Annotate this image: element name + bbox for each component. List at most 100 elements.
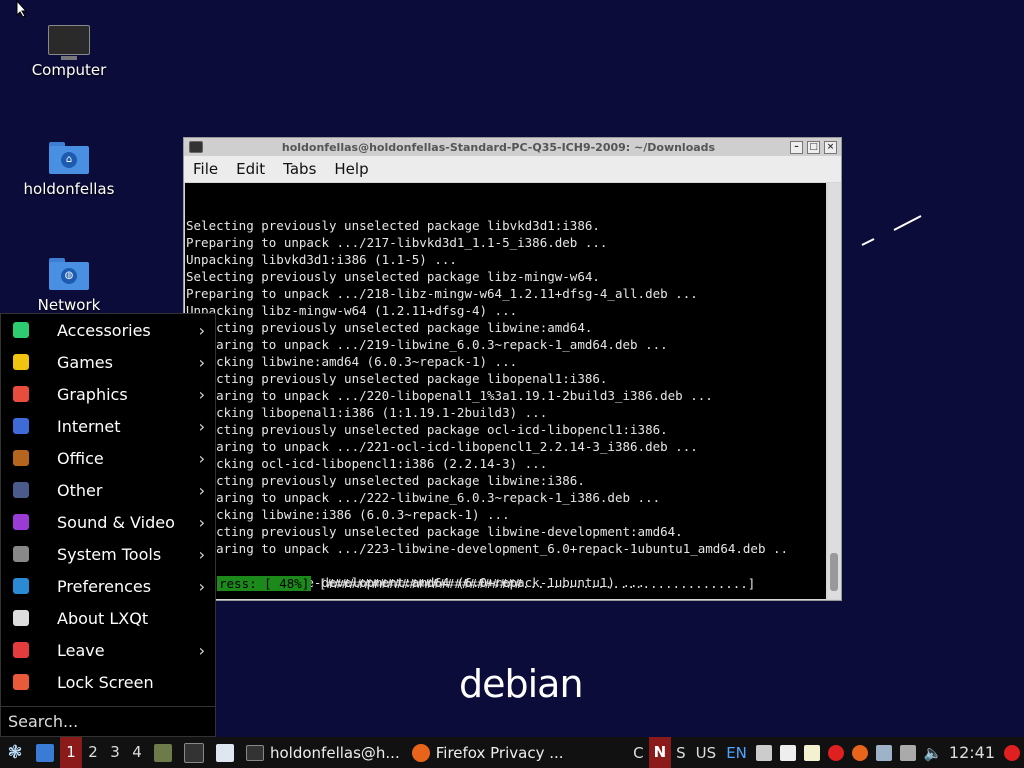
- start-menu-item-preferences[interactable]: Preferences ›: [1, 570, 215, 602]
- minimize-button[interactable]: –: [790, 140, 803, 154]
- chevron-right-icon: ›: [198, 352, 205, 372]
- computer-icon: [48, 25, 90, 60]
- desktop-icon-home[interactable]: ⌂ holdonfellas: [14, 142, 124, 198]
- task-terminal[interactable]: holdonfellas@h...: [240, 737, 406, 768]
- menu-tabs[interactable]: Tabs: [274, 160, 325, 178]
- terminal-line: Selecting previously unselected package …: [186, 218, 600, 233]
- chevron-right-icon: ›: [198, 480, 205, 500]
- start-menu-item-lock-screen[interactable]: Lock Screen: [1, 666, 215, 698]
- chevron-right-icon: ›: [198, 416, 205, 436]
- desktop-icon-computer[interactable]: Computer: [14, 25, 124, 79]
- menu-item-label: Other: [57, 480, 103, 500]
- accessories-icon: [13, 322, 29, 338]
- system-tray: C N S US EN 🔈 12:41: [628, 737, 1024, 768]
- desktop-switch-3[interactable]: 3: [104, 737, 126, 768]
- terminal-line: Unpacking libvkd3d1:i386 (1.1-5) ...: [186, 252, 457, 267]
- terminal-window[interactable]: holdonfellas@holdonfellas-Standard-PC-Q3…: [183, 137, 842, 601]
- start-menu-item-sound-video[interactable]: Sound & Video ›: [1, 506, 215, 538]
- menu-item-label: Graphics: [57, 384, 128, 404]
- games-icon: [13, 354, 29, 370]
- file-manager-launcher-icon[interactable]: [154, 743, 172, 762]
- alert-icon[interactable]: [827, 744, 844, 761]
- input-language[interactable]: EN: [721, 744, 752, 762]
- start-menu-item-internet[interactable]: Internet ›: [1, 410, 215, 442]
- start-menu-item-other[interactable]: Other ›: [1, 474, 215, 506]
- firefox-icon: [411, 743, 430, 762]
- power-icon[interactable]: [1004, 744, 1020, 761]
- system-tools-icon: [13, 546, 29, 562]
- network-icon[interactable]: [875, 744, 892, 761]
- windows-icon[interactable]: [755, 744, 772, 761]
- menu-item-label: Preferences: [57, 576, 152, 596]
- desktop-switch-2[interactable]: 2: [82, 737, 104, 768]
- start-menu: Accessories › Games › Graphics › Internet › Offi…: [0, 313, 216, 737]
- preferences-icon: [13, 578, 29, 594]
- maximize-button[interactable]: □: [807, 140, 820, 154]
- desktop-icon-network[interactable]: ◍ Network: [14, 258, 124, 314]
- start-menu-item-office[interactable]: Office ›: [1, 442, 215, 474]
- start-menu-item-games[interactable]: Games ›: [1, 346, 215, 378]
- chevron-right-icon: ›: [198, 448, 205, 468]
- desktop-switch-1[interactable]: 1: [60, 737, 82, 768]
- chevron-right-icon: ›: [198, 384, 205, 404]
- close-button[interactable]: ×: [824, 140, 837, 154]
- menu-edit[interactable]: Edit: [227, 160, 274, 178]
- start-menu-item-leave[interactable]: Leave ›: [1, 634, 215, 666]
- terminal-scrollbar[interactable]: [828, 183, 841, 599]
- menu-help[interactable]: Help: [325, 160, 377, 178]
- clipboard-icon[interactable]: [803, 744, 820, 761]
- menu-item-label: Leave: [57, 640, 105, 660]
- volume-icon[interactable]: 🔈: [924, 745, 943, 761]
- menu-item-label: Games: [57, 352, 113, 372]
- terminal-line: Preparing to unpack .../217-libvkd3d1_1.…: [186, 235, 608, 250]
- window-titlebar[interactable]: holdonfellas@holdonfellas-Standard-PC-Q3…: [184, 138, 841, 156]
- progress-bar-text: [##########################.............…: [311, 576, 756, 591]
- terminal-menubar: File Edit Tabs Help: [184, 156, 841, 182]
- start-menu-item-about-lxqt[interactable]: About LXQt: [1, 602, 215, 634]
- chevron-right-icon: ›: [198, 544, 205, 564]
- terminal-line: Selecting previously unselected package …: [186, 371, 608, 386]
- update-icon[interactable]: [851, 744, 868, 761]
- num-lock-indicator: N: [648, 737, 672, 768]
- desktop-icon-label: holdonfellas: [23, 180, 115, 198]
- terminal-launcher-icon[interactable]: [184, 742, 204, 763]
- menu-item-label: Lock Screen: [57, 672, 154, 692]
- menu-item-label: System Tools: [57, 544, 162, 564]
- terminal-line: Unpacking ocl-icd-libopencl1:i386 (2.2.1…: [186, 456, 548, 471]
- window-title: holdonfellas@holdonfellas-Standard-PC-Q3…: [281, 140, 716, 154]
- start-menu-item-accessories[interactable]: Accessories ›: [1, 314, 215, 346]
- sound-video-icon: [13, 514, 29, 530]
- main-menu-icon[interactable]: ❃: [6, 743, 24, 762]
- menu-search-input[interactable]: Search...: [1, 706, 215, 736]
- keyboard-layout[interactable]: US: [691, 744, 722, 762]
- terminal-line: Preparing to unpack .../219-libwine_6.0.…: [186, 337, 668, 352]
- terminal-line: Preparing to unpack .../220-libopenal1_1…: [186, 388, 713, 403]
- lock-icon: [13, 674, 29, 690]
- terminal-icon: [189, 141, 203, 153]
- eject-icon[interactable]: [899, 744, 916, 761]
- desktop-switch-4[interactable]: 4: [126, 737, 148, 768]
- scrollbar-thumb[interactable]: [830, 553, 838, 591]
- terminal-line: Preparing to unpack .../218-libz-mingw-w…: [186, 286, 698, 301]
- show-desktop-icon[interactable]: [36, 743, 54, 762]
- text-editor-launcher-icon[interactable]: [216, 743, 234, 762]
- power-icon: [13, 642, 29, 658]
- menu-item-label: Internet: [57, 416, 121, 436]
- start-menu-item-system-tools[interactable]: System Tools ›: [1, 538, 215, 570]
- background-streak-decoration: [861, 215, 922, 246]
- network-folder-icon: ◍: [49, 258, 89, 290]
- info-icon: [13, 610, 29, 626]
- monitor-icon[interactable]: [779, 744, 796, 761]
- caps-lock-indicator: C: [633, 743, 644, 762]
- start-menu-item-graphics[interactable]: Graphics ›: [1, 378, 215, 410]
- other-icon: [13, 482, 29, 498]
- menu-file[interactable]: File: [184, 160, 227, 178]
- terminal-output[interactable]: Selecting previously unselected package …: [185, 183, 826, 599]
- debian-logo: debian: [459, 662, 584, 706]
- terminal-icon: [246, 744, 264, 761]
- terminal-line: Preparing to unpack .../222-libwine_6.0.…: [186, 490, 661, 505]
- task-firefox[interactable]: Firefox Privacy ...: [406, 737, 570, 768]
- clock[interactable]: 12:41: [944, 743, 1000, 762]
- menu-item-label: Accessories: [57, 320, 151, 340]
- taskbar: ❃ 1 2 3 4 holdonfellas@h... Firefox Priv…: [0, 737, 1024, 768]
